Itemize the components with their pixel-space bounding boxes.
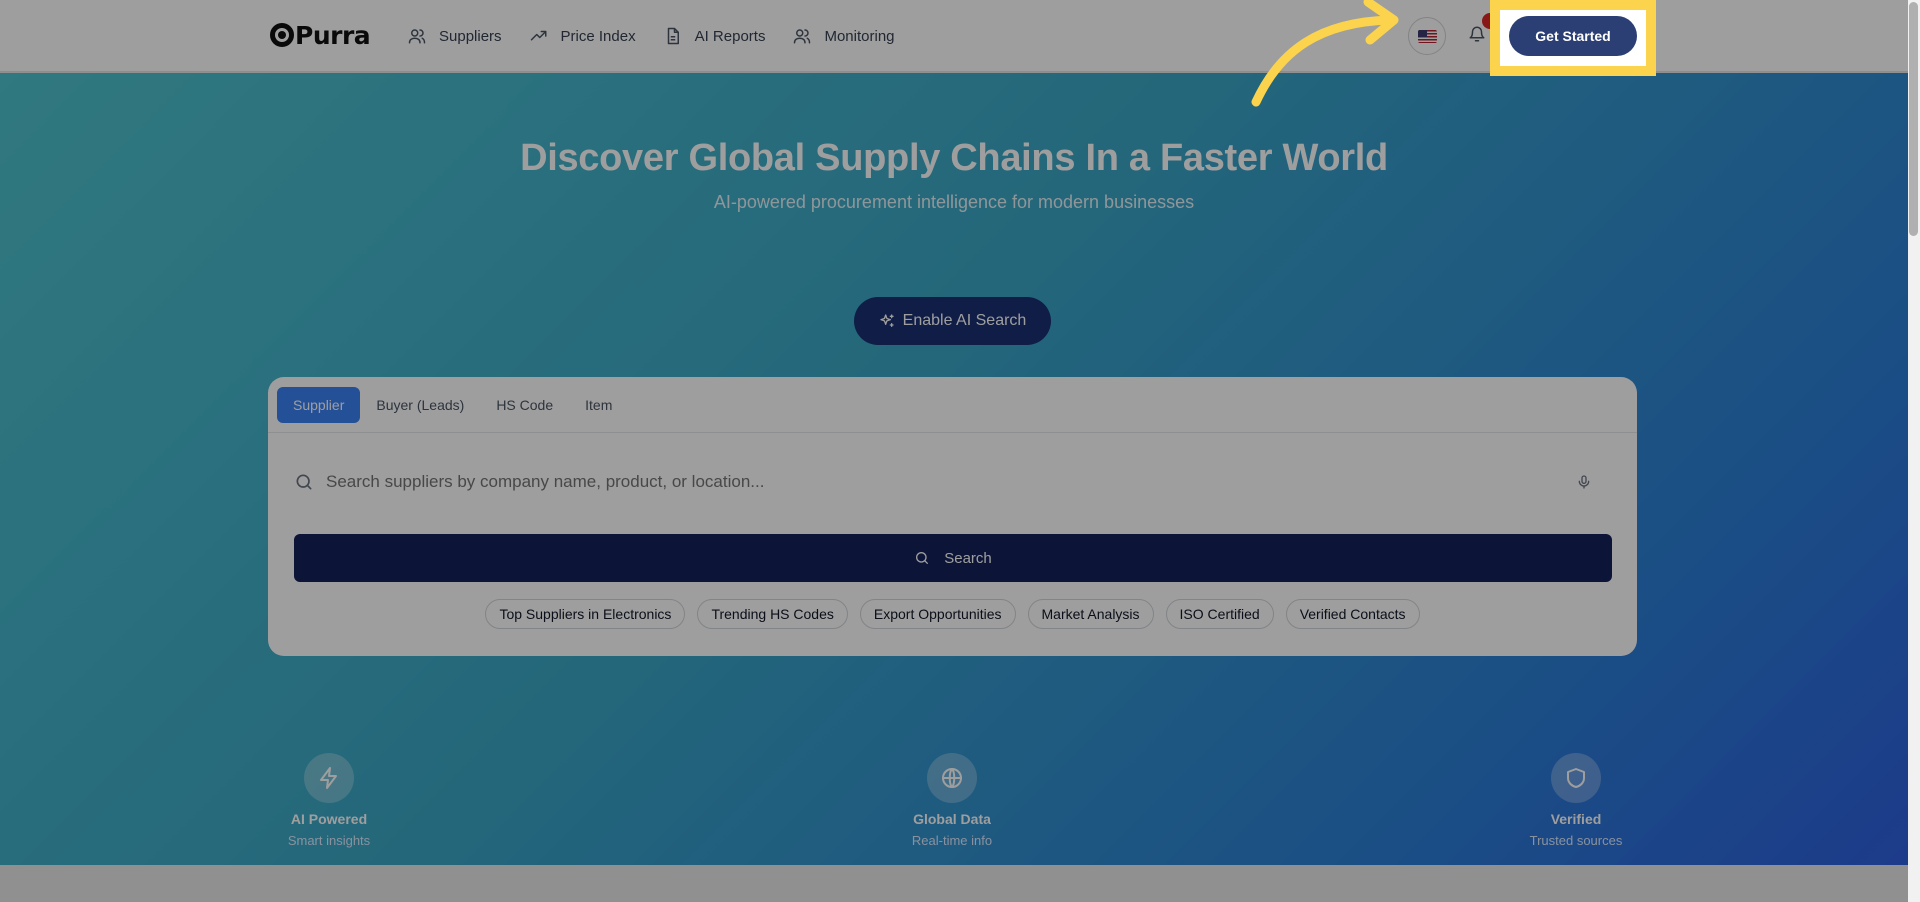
search-button[interactable]: Search	[294, 534, 1612, 582]
logo-mark-icon	[270, 23, 294, 47]
nav-price-index[interactable]: Price Index	[530, 22, 636, 50]
search-button-label: Search	[944, 549, 992, 567]
lightning-icon	[320, 767, 337, 789]
us-flag-icon	[1417, 29, 1437, 43]
nav-monitoring[interactable]: Monitoring	[793, 22, 895, 50]
tab-hs-code[interactable]: HS Code	[480, 387, 569, 423]
enable-ai-search-button[interactable]: Enable AI Search	[854, 297, 1051, 345]
pointer-arrow-icon	[1251, 0, 1399, 107]
tab-supplier[interactable]: Supplier	[277, 386, 361, 423]
microphone-icon[interactable]	[1576, 473, 1592, 491]
tab-item[interactable]: Item	[569, 387, 628, 423]
search-tabs: Supplier Buyer (Leads) HS Code Item	[268, 377, 1637, 433]
feature-subtitle: Smart insights	[287, 833, 371, 848]
feature-title: AI Powered	[290, 811, 368, 827]
nav-suppliers[interactable]: Suppliers	[408, 22, 502, 50]
feature-title: Global Data	[913, 811, 991, 827]
tab-buyer-leads[interactable]: Buyer (Leads)	[360, 387, 480, 423]
enable-ai-search-label: Enable AI Search	[902, 312, 1027, 329]
shield-icon	[1567, 768, 1585, 788]
search-icon	[296, 474, 312, 490]
brand-name: Purra	[295, 20, 371, 50]
chip-export-opportunities[interactable]: Export Opportunities	[859, 599, 1016, 629]
feature-subtitle: Real-time info	[911, 833, 993, 848]
nav-label: AI Reports	[694, 27, 766, 45]
hero-section: Discover Global Supply Chains In a Faste…	[0, 73, 1908, 865]
search-input[interactable]	[326, 472, 1546, 492]
nav-label: Monitoring	[824, 27, 895, 45]
search-card: Supplier Buyer (Leads) HS Code Item Sear…	[268, 377, 1637, 656]
document-icon	[667, 27, 679, 45]
feature-global-data: Global Data Real-time info	[872, 753, 1032, 848]
trending-up-icon	[530, 30, 547, 41]
feature-ai-powered: AI Powered Smart insights	[249, 753, 409, 848]
search-field	[294, 465, 1612, 499]
feature-verified: Verified Trusted sources	[1496, 753, 1656, 848]
quick-search-chips: Top Suppliers in Electronics Trending HS…	[268, 599, 1637, 629]
brand-logo[interactable]: Purra	[270, 18, 371, 52]
search-icon	[916, 552, 929, 564]
feature-subtitle: Trusted sources	[1529, 833, 1623, 848]
chip-verified-contacts[interactable]: Verified Contacts	[1285, 599, 1420, 629]
sparkles-icon	[880, 314, 894, 327]
get-started-button-highlighted[interactable]: Get Started	[1509, 16, 1637, 56]
nav-label: Price Index	[560, 27, 636, 45]
chip-trending-hs-codes[interactable]: Trending HS Codes	[697, 599, 848, 629]
chip-top-suppliers[interactable]: Top Suppliers in Electronics	[485, 599, 686, 629]
hero-subtitle: AI-powered procurement intelligence for …	[713, 192, 1195, 212]
feature-title: Verified	[1550, 811, 1602, 827]
users-icon	[408, 29, 426, 44]
user-monitor-icon	[794, 29, 811, 44]
scrollbar-thumb[interactable]	[1909, 2, 1918, 236]
nav-ai-reports[interactable]: AI Reports	[664, 22, 766, 50]
main-nav: Suppliers Price Index AI Reports Monitor…	[408, 22, 923, 50]
chip-iso-certified[interactable]: ISO Certified	[1165, 599, 1274, 629]
chip-market-analysis[interactable]: Market Analysis	[1027, 599, 1154, 629]
hero-title: Discover Global Supply Chains In a Faste…	[520, 137, 1388, 179]
nav-label: Suppliers	[439, 27, 502, 45]
bell-icon[interactable]	[1468, 24, 1486, 44]
globe-icon	[942, 768, 962, 788]
